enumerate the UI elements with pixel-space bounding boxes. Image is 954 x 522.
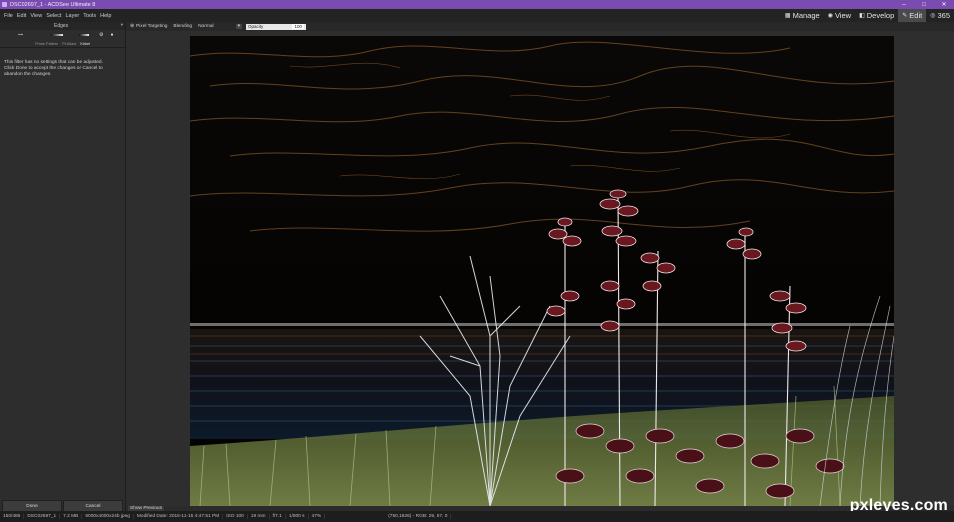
settings-icon[interactable]: ⚙ <box>99 32 103 38</box>
grid-icon: ▦ <box>784 13 791 19</box>
opacity-label: Opacity <box>247 24 264 29</box>
gradient-slider[interactable] <box>51 34 63 36</box>
status-index: 150/486 <box>0 514 25 519</box>
menu-help[interactable]: Help <box>100 13 111 19</box>
preset-slider-row: ⊶ ⚙ ● <box>0 30 125 40</box>
menu-view[interactable]: View <box>30 13 42 19</box>
blending-control[interactable]: Blending Normal <box>173 24 213 29</box>
status-focal: 19 mm <box>248 514 270 519</box>
chevron-down-icon: ▾ <box>235 24 242 29</box>
filter-message: This filter has no settings that can be … <box>4 60 103 77</box>
gradient-slider-2[interactable] <box>79 34 89 36</box>
edge-filtered-image <box>190 36 894 506</box>
status-shutter: 1/800 s <box>286 514 309 519</box>
status-dims: 6000x4000x24b jpeg <box>82 514 134 519</box>
cloud-icon: ◎ <box>930 13 936 19</box>
pixel-targeting-button[interactable]: ⊕ Pixel Targeting <box>130 24 167 29</box>
tab-view[interactable]: ◉ View <box>824 9 855 22</box>
options-bar: ⊕ Pixel Targeting Blending Normal ▾ Opac… <box>126 22 954 31</box>
minimize-button[interactable]: – <box>894 0 914 9</box>
filter-tabs: Prime Pattern Pt.Aliant Kirkel <box>0 40 125 48</box>
status-aperture: f/7.1 <box>270 514 286 519</box>
tab-pt-aliant[interactable]: Pt.Aliant <box>62 42 76 46</box>
tab-edit-label: Edit <box>909 11 923 20</box>
status-size: 7.2 MB <box>60 514 83 519</box>
status-modified: Modified Date: 2016-11-15 4:47:51 PM <box>134 514 224 519</box>
title-bar: DSC02697_1 - ACDSee Ultimate 8 – □ ✕ <box>0 0 954 9</box>
tab-manage[interactable]: ▦ Manage <box>781 9 824 22</box>
menu-layer[interactable]: Layer <box>65 13 79 19</box>
chevron-down-icon[interactable]: ▾ <box>121 22 123 28</box>
blend-mode-dropdown[interactable]: ▾ <box>235 24 242 29</box>
tab-edit[interactable]: ✎ Edit <box>898 9 927 22</box>
tab-prime-pattern[interactable]: Prime Pattern <box>35 42 58 46</box>
filter-header[interactable]: Edges ▾ <box>0 22 125 30</box>
tab-365-label: 365 <box>937 11 950 20</box>
app-icon <box>2 2 7 7</box>
preset-icon[interactable]: ⊶ <box>18 32 23 38</box>
menu-file[interactable]: File <box>4 13 13 19</box>
opacity-slider[interactable]: Opacity 100 <box>245 23 306 30</box>
maximize-button[interactable]: □ <box>914 0 934 9</box>
target-icon: ⊕ <box>130 24 135 29</box>
tab-365[interactable]: ◎ 365 <box>926 9 954 22</box>
canvas-area <box>126 31 954 506</box>
status-filename: DSC02697_1 <box>24 514 61 519</box>
filter-panel: Edges ▾ ⊶ ⚙ ● Prime Pattern Pt.Aliant Ki… <box>0 22 126 512</box>
status-iso: ISO 100 <box>223 514 248 519</box>
menu-edit[interactable]: Edit <box>17 13 26 19</box>
mode-tabs: ▦ Manage ◉ View ◧ Develop ✎ Edit ◎ 365 <box>781 9 954 22</box>
window-controls: – □ ✕ <box>894 0 954 9</box>
tab-kirkel[interactable]: Kirkel <box>80 42 90 46</box>
close-button[interactable]: ✕ <box>934 0 954 9</box>
eye-icon: ◉ <box>827 13 833 19</box>
opacity-control[interactable]: Opacity 100 <box>245 23 306 30</box>
pixel-targeting-label: Pixel Targeting <box>136 24 168 29</box>
menu-select[interactable]: Select <box>46 13 61 19</box>
tab-manage-label: Manage <box>792 11 820 20</box>
edited-photo[interactable] <box>190 36 894 506</box>
info-icon[interactable]: ● <box>110 32 113 38</box>
menu-tools[interactable]: Tools <box>83 13 96 19</box>
status-coords: (750,1826) - RGB: 29, 57, 0 <box>385 514 452 519</box>
blending-label: Blending <box>173 24 193 29</box>
opacity-value[interactable]: 100 <box>292 24 304 29</box>
window-title: DSC02697_1 - ACDSee Ultimate 8 <box>10 1 96 8</box>
tab-develop-label: Develop <box>866 11 895 20</box>
filter-name: Edges <box>54 23 69 29</box>
develop-icon: ◧ <box>859 13 865 19</box>
tab-develop[interactable]: ◧ Develop <box>855 9 898 22</box>
tab-view-label: View <box>834 11 852 20</box>
status-bar: 150/486 DSC02697_1 7.2 MB 6000x4000x24b … <box>0 511 954 522</box>
edit-icon: ✎ <box>902 13 908 19</box>
status-zoom: 47% <box>309 514 326 519</box>
blending-value: Normal <box>198 24 214 29</box>
